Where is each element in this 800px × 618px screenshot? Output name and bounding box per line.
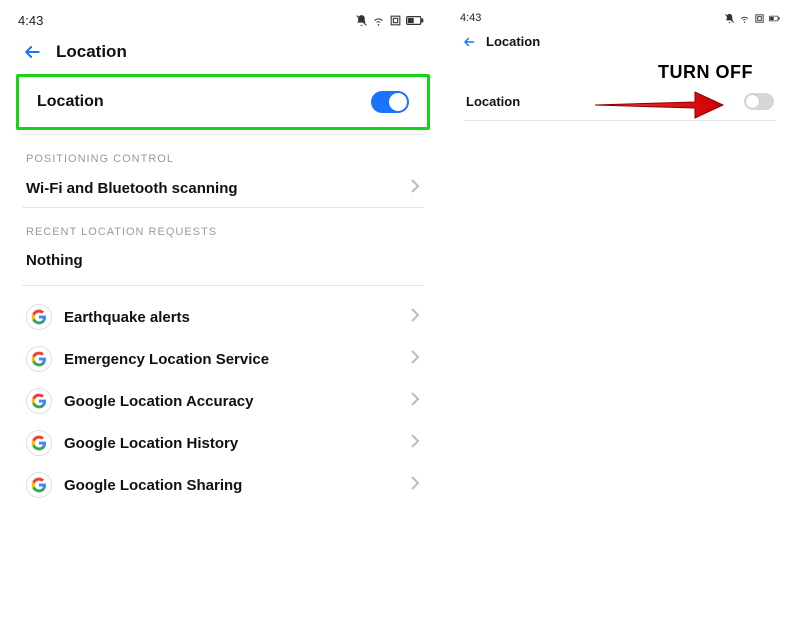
back-button[interactable] xyxy=(462,35,476,49)
bell-off-icon xyxy=(355,14,368,27)
page-title: Location xyxy=(56,42,127,62)
left-screen: 4:43 Location Location POSITIONING CONTR… xyxy=(8,8,438,610)
google-icon xyxy=(26,430,52,456)
status-icons xyxy=(355,14,424,27)
status-bar: 4:43 xyxy=(8,8,438,32)
status-time: 4:43 xyxy=(460,12,481,24)
settings-header: Location xyxy=(450,28,790,55)
chevron-right-icon xyxy=(410,434,420,453)
chevron-right-icon xyxy=(410,476,420,495)
battery-icon xyxy=(406,14,424,27)
google-icon xyxy=(26,304,52,330)
section-positioning-header: POSITIONING CONTROL xyxy=(8,135,438,169)
arrow-left-icon xyxy=(462,35,476,49)
bell-off-icon xyxy=(724,13,735,24)
location-label: Location xyxy=(37,93,104,111)
google-item-sharing[interactable]: Google Location Sharing xyxy=(8,464,438,506)
chevron-right-icon xyxy=(410,392,420,411)
wifi-icon xyxy=(739,13,750,24)
google-item-label: Emergency Location Service xyxy=(64,351,269,368)
status-icons xyxy=(724,13,780,24)
google-item-label: Earthquake alerts xyxy=(64,309,190,326)
wifi-icon xyxy=(372,14,385,27)
chevron-right-icon xyxy=(410,179,420,197)
toggle-knob xyxy=(389,93,407,111)
google-icon xyxy=(26,472,52,498)
google-item-earthquake[interactable]: Earthquake alerts xyxy=(8,296,438,338)
wifi-bt-label: Wi-Fi and Bluetooth scanning xyxy=(26,180,238,197)
divider xyxy=(464,120,776,121)
spacer xyxy=(8,286,438,296)
location-label: Location xyxy=(466,94,520,109)
google-icon xyxy=(26,388,52,414)
section-recent-header: RECENT LOCATION REQUESTS xyxy=(8,208,438,242)
location-toggle-on[interactable] xyxy=(371,91,409,113)
status-time: 4:43 xyxy=(18,13,43,28)
status-bar: 4:43 xyxy=(450,8,790,28)
turn-off-annotation: TURN OFF xyxy=(658,62,753,83)
location-toggle-off[interactable] xyxy=(744,93,774,110)
settings-header: Location xyxy=(8,32,438,70)
screenshot-icon xyxy=(754,13,765,24)
recent-nothing-row: Nothing xyxy=(8,242,438,285)
screenshot-icon xyxy=(389,14,402,27)
back-button[interactable] xyxy=(22,42,42,62)
google-item-accuracy[interactable]: Google Location Accuracy xyxy=(8,380,438,422)
google-icon xyxy=(26,346,52,372)
chevron-right-icon xyxy=(410,350,420,369)
recent-nothing-label: Nothing xyxy=(26,252,83,269)
google-item-label: Google Location Accuracy xyxy=(64,393,254,410)
google-item-label: Google Location Sharing xyxy=(64,477,242,494)
chevron-right-icon xyxy=(410,308,420,327)
highlight-box: Location xyxy=(16,74,430,130)
right-screen: 4:43 Location Location xyxy=(450,8,790,308)
google-item-history[interactable]: Google Location History xyxy=(8,422,438,464)
arrow-left-icon xyxy=(22,42,42,62)
google-item-label: Google Location History xyxy=(64,435,238,452)
google-item-emergency[interactable]: Emergency Location Service xyxy=(8,338,438,380)
battery-icon xyxy=(769,13,780,24)
location-toggle-row[interactable]: Location xyxy=(450,83,790,120)
page-title: Location xyxy=(486,34,540,49)
toggle-knob xyxy=(746,95,759,108)
location-toggle-row[interactable]: Location xyxy=(19,77,427,127)
wifi-bt-scanning-row[interactable]: Wi-Fi and Bluetooth scanning xyxy=(8,169,438,207)
